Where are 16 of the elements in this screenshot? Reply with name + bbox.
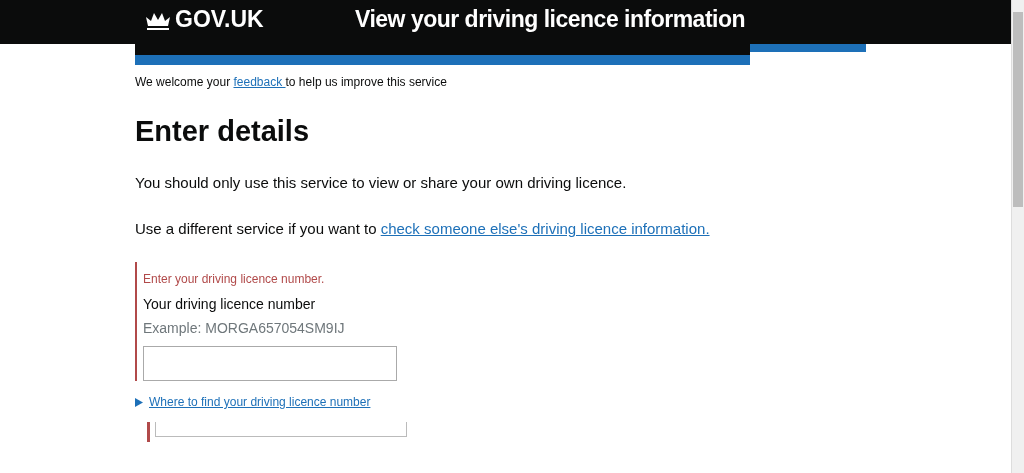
service-title: View your driving licence information: [355, 6, 746, 33]
feedback-link[interactable]: feedback: [233, 75, 286, 89]
field-hint: Example: MORGA657054SM9IJ: [143, 320, 346, 336]
feedback-text: We welcome your feedback to help us improve this service: [135, 75, 448, 89]
licence-number-field[interactable]: [143, 346, 397, 381]
intro-text: You should only use this service to view or share your own driving licence.: [135, 174, 628, 191]
details-summary-link[interactable]: Where to find your driving licence number: [149, 395, 371, 409]
field-label: Your driving licence number: [143, 296, 317, 312]
page-heading: Enter details: [135, 115, 311, 148]
check-link[interactable]: check someone else's driving licence information.: [380, 220, 710, 237]
triangle-right-icon: [135, 397, 143, 407]
logo[interactable]: GOV.UK: [135, 6, 355, 33]
scrollbar[interactable]: [1011, 0, 1024, 473]
scroll-thumb[interactable]: [1013, 12, 1023, 207]
service-text: Use a different service if you want to check someone else's driving licence information.: [135, 220, 711, 237]
error-message: Enter your driving licence number.: [143, 272, 326, 286]
